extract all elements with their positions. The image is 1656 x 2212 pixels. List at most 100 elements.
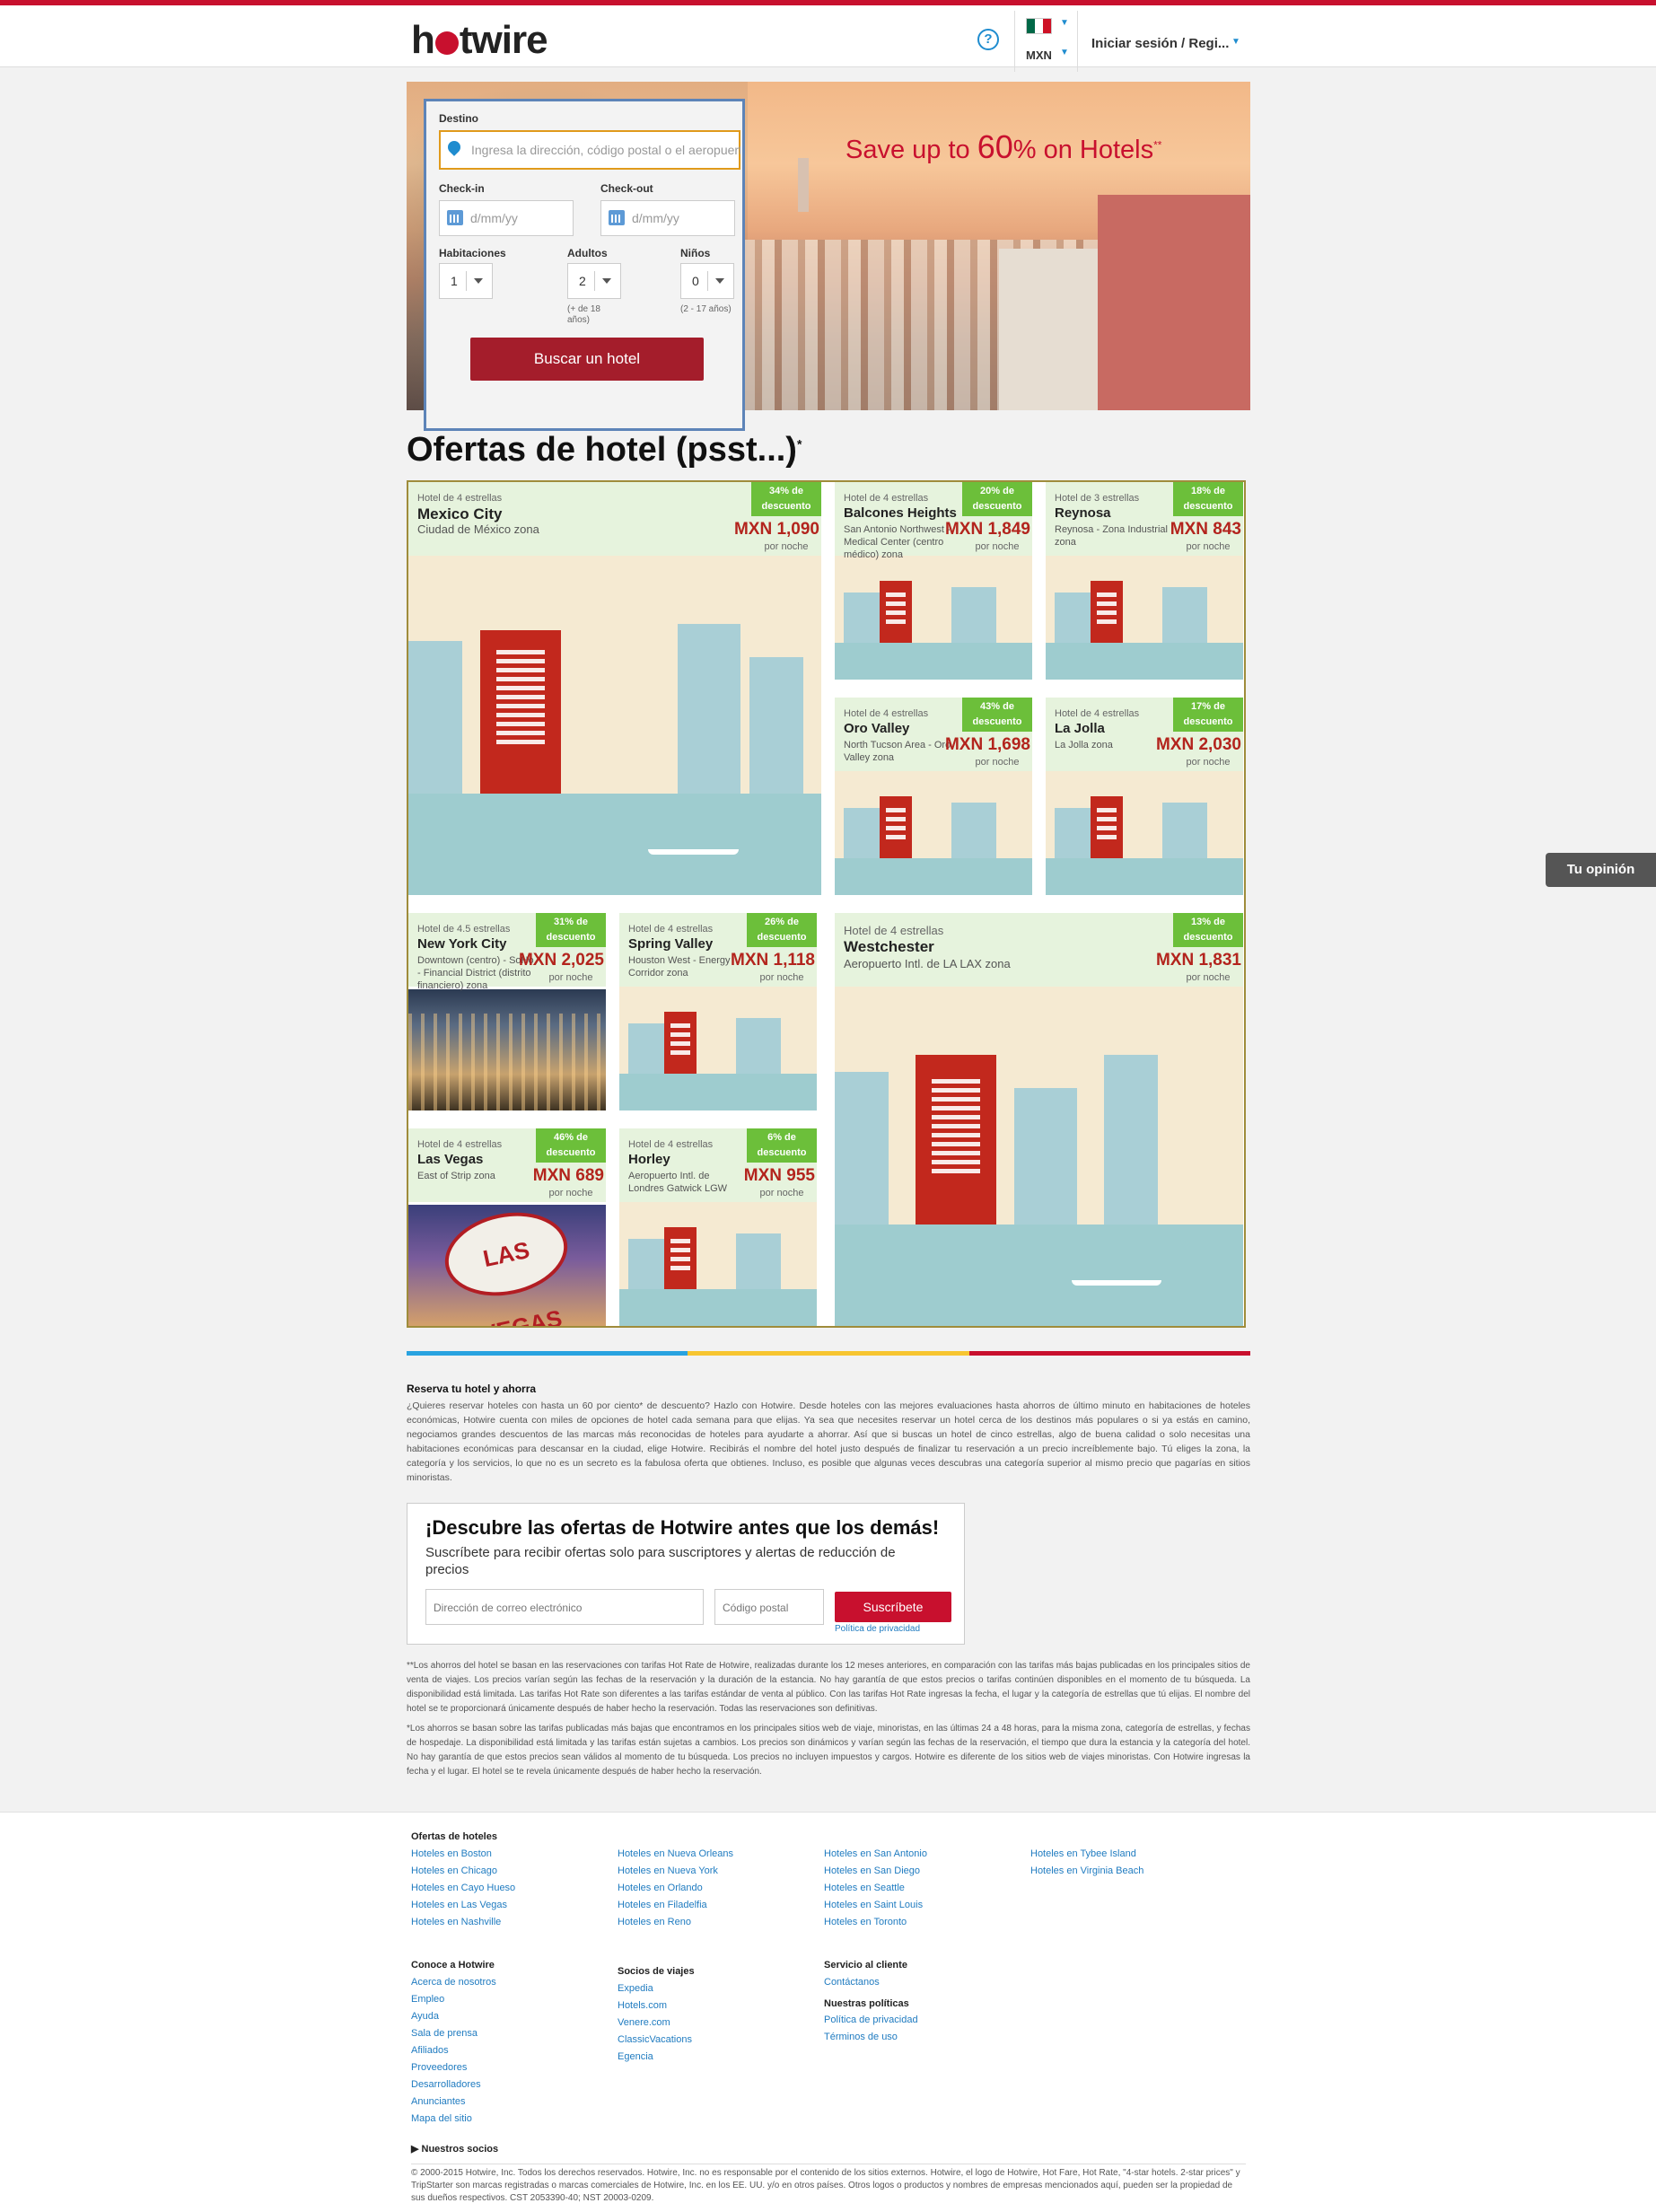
footer-link[interactable]: Hoteles en Filadelfia xyxy=(618,1900,707,1910)
zip-code-field[interactable]: Código postal xyxy=(714,1589,824,1625)
deal-per-night: por noche xyxy=(975,541,1020,552)
footer-link[interactable]: Ayuda xyxy=(411,2011,439,2022)
deal-stars: Hotel de 4.5 estrellas xyxy=(417,924,511,935)
footer-link[interactable]: Hotels.com xyxy=(618,2000,667,2011)
city-illustration xyxy=(835,556,1032,680)
footer-link[interactable]: Hoteles en San Antonio xyxy=(824,1848,927,1859)
footer-link[interactable]: Hoteles en Nueva York xyxy=(618,1865,718,1876)
footer-link[interactable]: ClassicVacations xyxy=(618,2034,692,2045)
deal-discount-badge: 26% de descuento xyxy=(747,913,817,947)
footer-link[interactable]: Desarrolladores xyxy=(411,2079,481,2090)
deal-stars: Hotel de 3 estrellas xyxy=(1055,493,1140,504)
hotwire-logo[interactable]: h twire xyxy=(411,18,548,63)
promo-prefix: Save up to xyxy=(846,136,977,164)
checkin-input[interactable]: d/mm/yy xyxy=(439,200,574,236)
select-divider xyxy=(594,271,595,291)
deal-card[interactable]: Hotel de 4 estrellas Horley Aeropuerto I… xyxy=(619,1128,817,1326)
deal-card[interactable]: Hotel de 4 estrellas Balcones Heights Sa… xyxy=(835,482,1032,680)
deal-stars: Hotel de 4 estrellas xyxy=(417,493,503,504)
color-bar-yellow xyxy=(688,1351,969,1356)
currency-selector[interactable]: MXN xyxy=(1026,48,1052,62)
footer-link[interactable]: Anunciantes xyxy=(411,2096,466,2107)
footer-link[interactable]: Hoteles en Saint Louis xyxy=(824,1900,923,1910)
destination-input[interactable]: Ingresa la dirección, código postal o el… xyxy=(439,130,740,170)
footer-link[interactable]: Expedia xyxy=(618,1983,653,1994)
adults-select[interactable]: 2 xyxy=(567,263,621,299)
footer-link[interactable]: Mapa del sitio xyxy=(411,2113,472,2124)
deal-card[interactable]: Hotel de 4.5 estrellas New York City Dow… xyxy=(408,913,606,1110)
checkout-input[interactable]: d/mm/yy xyxy=(600,200,735,236)
flag-stripe-green xyxy=(1027,19,1035,33)
footer-link[interactable]: Hoteles en Chicago xyxy=(411,1865,497,1876)
search-hotel-button[interactable]: Buscar un hotel xyxy=(470,338,704,381)
deal-city: Las Vegas xyxy=(417,1152,484,1167)
privacy-link[interactable]: Política de privacidad xyxy=(835,1624,920,1634)
illu-red-tower xyxy=(880,795,912,858)
footer-link[interactable]: Hoteles en Toronto xyxy=(824,1917,907,1927)
illu-water xyxy=(619,1288,817,1326)
illu-building xyxy=(951,586,996,643)
flag-stripe-red xyxy=(1043,19,1051,33)
mexico-flag-icon[interactable] xyxy=(1026,18,1052,34)
subscribe-button[interactable]: Suscríbete xyxy=(835,1592,951,1622)
footer-link[interactable]: Proveedores xyxy=(411,2062,467,2073)
deal-card[interactable]: Hotel de 3 estrellas Reynosa Reynosa - Z… xyxy=(1046,482,1243,680)
footer-link[interactable]: Hoteles en Nueva Orleans xyxy=(618,1848,733,1859)
subscribe-heading: ¡Descubre las ofertas de Hotwire antes q… xyxy=(425,1516,940,1539)
deal-card[interactable]: Hotel de 4 estrellas Oro Valley North Tu… xyxy=(835,698,1032,895)
signin-caret-icon[interactable]: ▼ xyxy=(1231,37,1240,47)
deal-card[interactable]: Hotel de 4 estrellas Mexico City Ciudad … xyxy=(408,482,821,895)
select-divider xyxy=(707,271,708,291)
calendar-icon xyxy=(609,210,625,225)
footer-link[interactable]: Política de privacidad xyxy=(824,2014,918,2025)
illu-red-tower xyxy=(1091,795,1123,858)
city-illustration xyxy=(835,987,1243,1326)
children-select[interactable]: 0 xyxy=(680,263,734,299)
footer-link[interactable]: Hoteles en Boston xyxy=(411,1848,492,1859)
illu-red-tower xyxy=(880,580,912,643)
deal-city: Mexico City xyxy=(417,505,503,522)
footer-link[interactable]: Hoteles en Virginia Beach xyxy=(1030,1865,1143,1876)
footer-link[interactable]: Hoteles en Tybee Island xyxy=(1030,1848,1136,1859)
footer-link[interactable]: Hoteles en Nashville xyxy=(411,1917,501,1927)
footer-link[interactable]: Afiliados xyxy=(411,2045,449,2056)
chevron-down-icon xyxy=(474,278,483,284)
deal-zone: Downtown (centro) - SoHo - Financial Dis… xyxy=(417,955,534,991)
deal-city: Westchester xyxy=(844,938,934,955)
footer-link[interactable]: Venere.com xyxy=(618,2017,670,2028)
deal-zone: San Antonio Northwest - Medical Center (… xyxy=(844,524,951,560)
footer-link[interactable]: Términos de uso xyxy=(824,2032,898,2042)
currency-caret-icon[interactable]: ▼ xyxy=(1060,48,1069,57)
footer-link[interactable]: Hoteles en San Diego xyxy=(824,1865,920,1876)
deal-per-night: por noche xyxy=(548,1188,593,1198)
footer-link[interactable]: Empleo xyxy=(411,1994,444,2005)
promo-value: 60 xyxy=(977,128,1013,165)
footer-link[interactable]: Acerca de nosotros xyxy=(411,1977,496,1988)
email-field[interactable]: Dirección de correo electrónico xyxy=(425,1589,704,1625)
deal-card[interactable]: Hotel de 4 estrellas Spring Valley Houst… xyxy=(619,913,817,1110)
country-caret-icon[interactable]: ▼ xyxy=(1060,18,1069,28)
deal-price: MXN 1,118 xyxy=(731,951,815,970)
feedback-tab[interactable]: Tu opinión xyxy=(1546,853,1656,887)
deal-card[interactable]: LAS VEGAS Hotel de 4 estrellas Las Vegas… xyxy=(408,1128,606,1326)
partners-toggle[interactable]: ▶ Nuestros socios xyxy=(411,2143,498,2155)
illu-building xyxy=(678,623,740,794)
signin-link[interactable]: Iniciar sesión / Regi... xyxy=(1091,36,1229,51)
footer-link[interactable]: Contáctanos xyxy=(824,1977,880,1988)
footer-link[interactable]: Hoteles en Seattle xyxy=(824,1883,905,1893)
illu-building xyxy=(844,808,880,858)
deal-city: Balcones Heights xyxy=(844,505,957,521)
rooms-select[interactable]: 1 xyxy=(439,263,493,299)
footer-link[interactable]: Hoteles en Las Vegas xyxy=(411,1900,507,1910)
deal-price: MXN 843 xyxy=(1170,520,1241,539)
deal-card[interactable]: Hotel de 4 estrellas Westchester Aeropue… xyxy=(835,913,1243,1326)
footer-link[interactable]: Hoteles en Cayo Hueso xyxy=(411,1883,515,1893)
help-icon[interactable]: ? xyxy=(977,29,999,50)
footer-link[interactable]: Hoteles en Reno xyxy=(618,1917,691,1927)
footer-link[interactable]: Sala de prensa xyxy=(411,2028,478,2039)
deal-city: Spring Valley xyxy=(628,936,714,952)
deal-card[interactable]: Hotel de 4 estrellas La Jolla La Jolla z… xyxy=(1046,698,1243,895)
footer-link[interactable]: Egencia xyxy=(618,2051,653,2062)
footer-policies-heading: Nuestras políticas xyxy=(824,1998,909,2009)
footer-link[interactable]: Hoteles en Orlando xyxy=(618,1883,703,1893)
